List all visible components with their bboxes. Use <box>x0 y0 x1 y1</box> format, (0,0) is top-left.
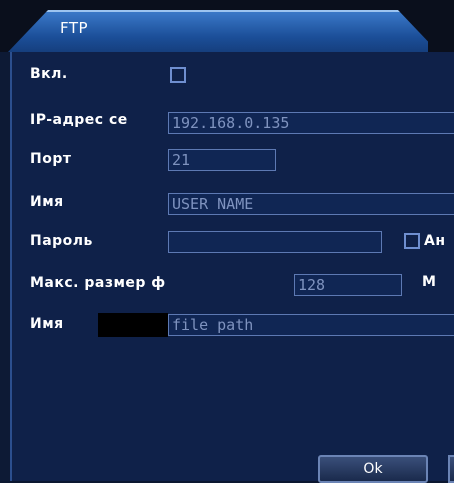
ip-address-label: IP-адрес се <box>30 112 128 128</box>
title-bar: FTP <box>0 0 454 52</box>
max-file-size-label: Макс. размер ф <box>30 275 166 291</box>
file-path-field[interactable]: file path <box>168 314 454 336</box>
enable-checkbox[interactable] <box>170 67 186 83</box>
user-name-field[interactable]: USER NAME <box>168 193 454 215</box>
max-file-size-unit: M <box>422 274 437 290</box>
cancel-button[interactable] <box>448 455 454 483</box>
port-label: Порт <box>30 151 72 167</box>
ftp-dialog: FTP Вкл. IP-адрес се 192.168.0.135 Порт … <box>0 0 454 483</box>
anonymous-label: Ан <box>424 233 446 249</box>
password-label: Пароль <box>30 233 93 249</box>
port-field[interactable]: 21 <box>168 149 276 171</box>
redaction-box <box>98 313 168 337</box>
ok-button[interactable]: Ok <box>318 455 428 483</box>
password-field[interactable] <box>168 231 382 253</box>
max-file-size-field[interactable]: 128 <box>294 274 402 296</box>
enable-label: Вкл. <box>30 66 68 82</box>
user-name-label: Имя <box>30 194 64 210</box>
anonymous-checkbox[interactable] <box>404 233 420 249</box>
ip-address-field[interactable]: 192.168.0.135 <box>168 112 454 134</box>
file-path-label: Имя <box>30 316 64 332</box>
window-title: FTP <box>60 19 89 37</box>
